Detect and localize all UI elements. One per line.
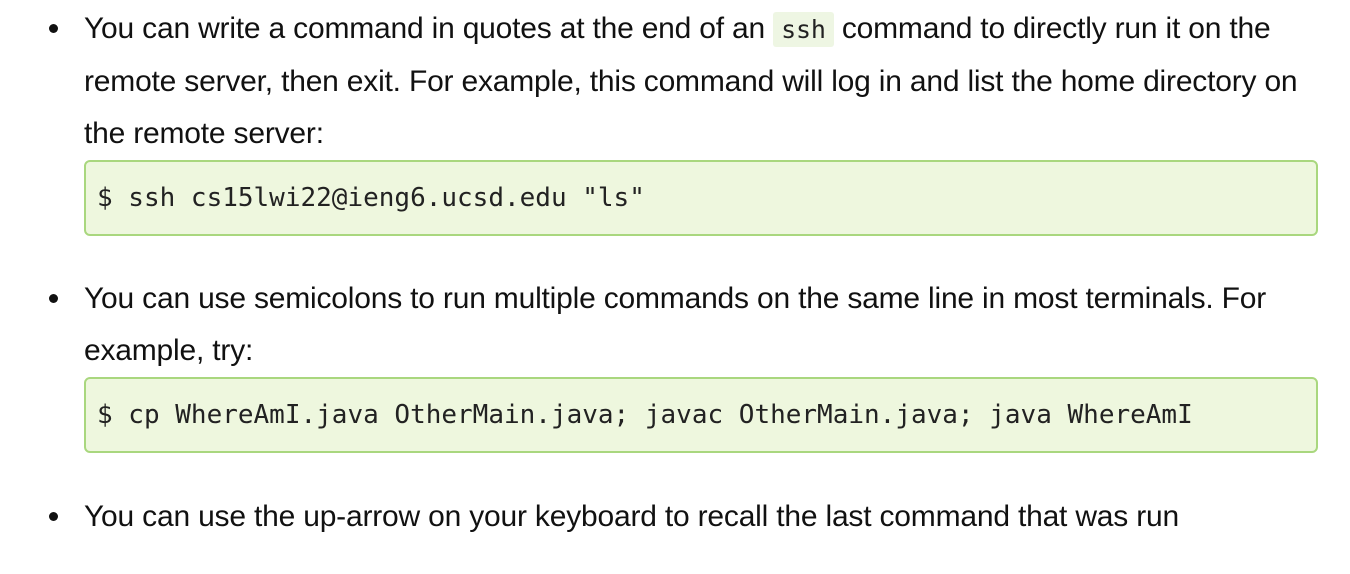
list-item: You can write a command in quotes at the… [0,3,1318,236]
list-item: You can use the up-arrow on your keyboar… [0,491,1318,543]
list-item: You can use semicolons to run multiple c… [0,273,1318,453]
list-item-text: You can use the up-arrow on your keyboar… [84,500,1179,533]
bullet-icon [49,24,58,33]
code-block[interactable]: $ ssh cs15lwi22@ieng6.ucsd.edu "ls" [84,160,1318,236]
text-segment: You can write a command in quotes at the… [84,12,774,45]
inline-code: ssh [773,12,834,47]
code-block[interactable]: $ cp WhereAmI.java OtherMain.java; javac… [84,377,1318,453]
bullet-icon [49,512,58,521]
list-item-text: You can write a command in quotes at the… [84,3,1318,160]
bullet-icon [49,294,58,303]
list-item-text: You can use semicolons to run multiple c… [84,282,1267,367]
